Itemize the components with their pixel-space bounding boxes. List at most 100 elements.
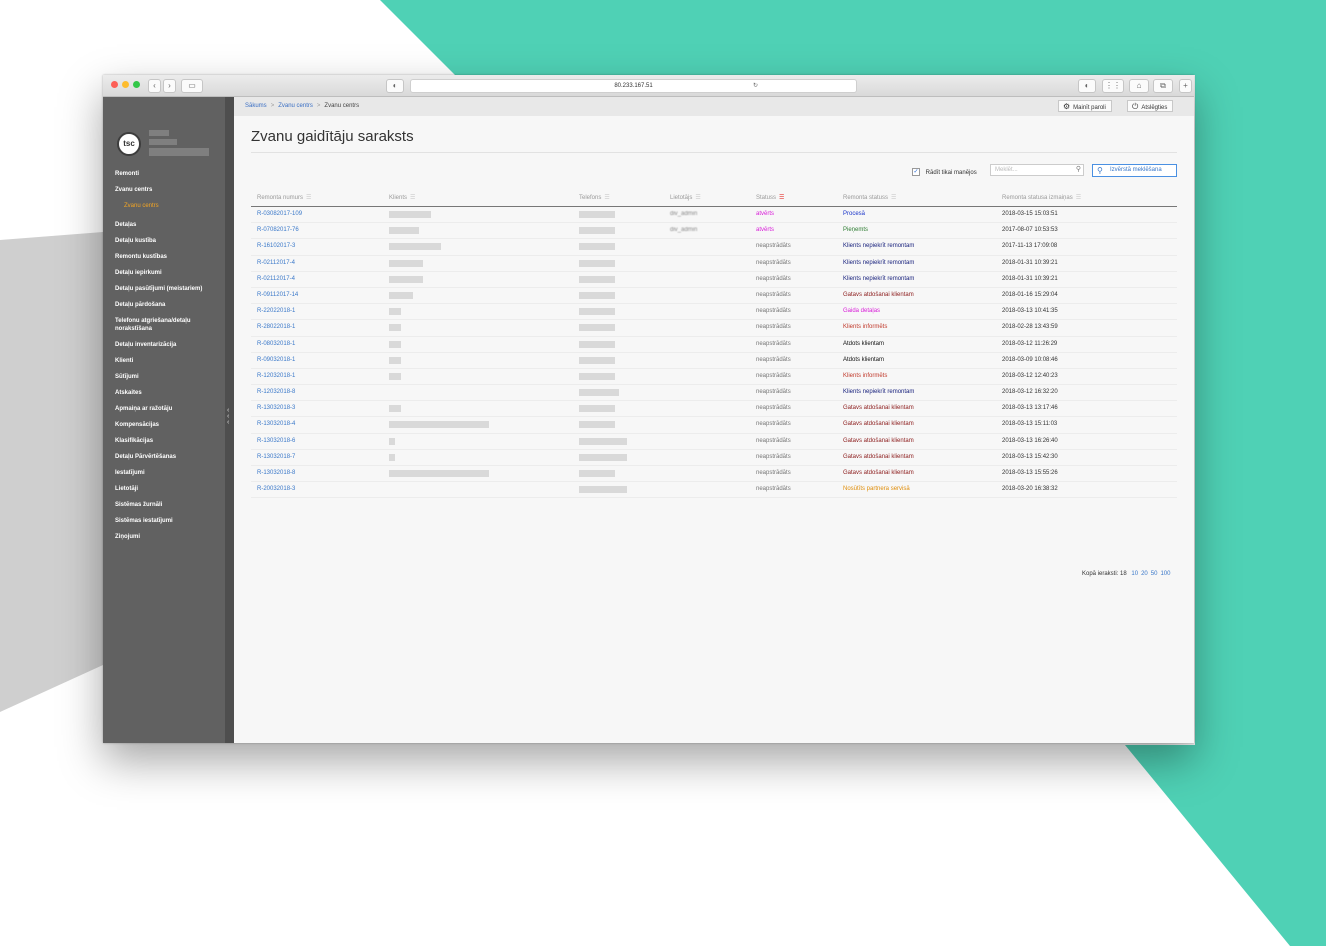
breadcrumb-parent[interactable]: Zvanu centrs [278, 103, 313, 109]
sort-icon[interactable]: ☰ [695, 195, 700, 201]
table-row[interactable]: R-12032018-8 neapstrādāts Klients nepiekrī… [251, 385, 1177, 402]
table-row[interactable]: R-09032018-1 neapstrādāts Atdots klientam 2… [251, 353, 1177, 369]
repair-number-link[interactable]: R-08032018-1 [257, 341, 295, 347]
sidebar-item[interactable]: Detaļu pārdošana [115, 301, 225, 309]
column-header[interactable]: Telefons ☰ [579, 194, 610, 201]
sidebar-item[interactable]: Remonti [115, 170, 225, 178]
column-header[interactable]: Lietotājs ☰ [670, 194, 701, 201]
reload-icon[interactable]: ↻ [753, 80, 758, 92]
column-header[interactable]: Remonta statuss ☰ [843, 194, 896, 201]
change-password-button[interactable]: ⚙ Mainīt paroli [1058, 100, 1112, 112]
tabs-icon[interactable]: ⧉ [1153, 79, 1173, 93]
page-size-option[interactable]: 50 [1151, 571, 1158, 577]
table-row[interactable]: R-08032018-1 neapstrādāts Atdots klientam 2… [251, 337, 1177, 353]
table-row[interactable]: R-12032018-1 neapstrādāts Klients informēt… [251, 369, 1177, 386]
sort-icon[interactable]: ☰ [891, 195, 896, 201]
sidebar-item[interactable]: Detaļu iepirkumi [115, 269, 225, 277]
sidebar-item[interactable]: Lietotāji [115, 485, 225, 493]
sidebar-item[interactable]: Iestatījumi [115, 469, 225, 477]
sidebar-item[interactable]: Detaļu inventarizācija [115, 341, 225, 349]
repair-number-link[interactable]: R-13032018-7 [257, 454, 295, 460]
repair-number-link[interactable]: R-02112017-4 [257, 260, 295, 266]
repair-number-link[interactable]: R-22022018-1 [257, 308, 295, 314]
sidebar-item[interactable]: Sistēmas žurnāli [115, 501, 225, 509]
minimize-window-icon[interactable] [122, 81, 129, 88]
page-size-option[interactable]: 20 [1141, 571, 1148, 577]
repair-number-link[interactable]: R-09032018-1 [257, 357, 295, 363]
table-row[interactable]: R-22022018-1 neapstrādāts Gaida detaļas 201… [251, 304, 1177, 321]
repair-number-link[interactable]: R-16102017-3 [257, 243, 295, 249]
column-header[interactable]: Klients ☰ [389, 194, 415, 201]
sidebar-item[interactable]: Klienti [115, 357, 225, 365]
repair-number-link[interactable]: R-07082017-76 [257, 227, 299, 233]
breadcrumb-home[interactable]: Sākums [245, 103, 267, 109]
forward-icon[interactable]: › [163, 79, 176, 93]
repair-number-link[interactable]: R-09112017-14 [257, 292, 298, 298]
table-row[interactable]: R-20032018-3 neapstrādāts Nosūtīts partner… [251, 482, 1177, 499]
sidebar-item[interactable]: Detaļas [115, 221, 225, 229]
repair-number-link[interactable]: R-28022018-1 [257, 324, 295, 330]
column-header[interactable]: Remonta numurs ☰ [257, 194, 311, 201]
sidebar-item[interactable]: Kompensācijas [115, 421, 225, 429]
repair-number-link[interactable]: R-12032018-8 [257, 389, 295, 395]
sidebar-item[interactable]: Detaļu pasūtījumi (meistariem) [115, 285, 225, 293]
sidebar-item[interactable]: Ziņojumi [115, 533, 225, 541]
table-row[interactable]: R-13032018-7 neapstrādāts Gatavs atdošanai… [251, 450, 1177, 466]
advanced-search-button[interactable]: ⚲ Izvērstā meklēšana [1092, 164, 1177, 177]
table-row[interactable]: R-07082017-76 div_admin atvērts Pieņemts 201… [251, 223, 1177, 240]
logout-button[interactable]: ⏻ Atslēgties [1127, 100, 1174, 112]
table-row[interactable]: R-02112017-4 neapstrādāts Klients nepiekrī… [251, 256, 1177, 272]
page-size-option[interactable]: 10 [1131, 571, 1138, 577]
repair-number-link[interactable]: R-20032018-3 [257, 486, 295, 492]
column-header[interactable]: Remonta statusa izmaiņas ☰ [1002, 194, 1081, 201]
sidebar-item[interactable]: Detaļu kustība [115, 237, 225, 245]
table-row[interactable]: R-13032018-8 neapstrādāts Gatavs atdošanai… [251, 466, 1177, 483]
sidebar-item[interactable]: Remontu kustības [115, 253, 225, 261]
grid-icon[interactable]: ⋮⋮ [1102, 79, 1124, 93]
repair-number-link[interactable]: R-13032018-8 [257, 470, 295, 476]
table-row[interactable]: R-02112017-4 neapstrādāts Klients nepiekrī… [251, 272, 1177, 288]
search-icon[interactable]: ⚲ [1076, 165, 1081, 175]
table-row[interactable]: R-13032018-6 neapstrādāts Gatavs atdošanai… [251, 434, 1177, 450]
only-mine-checkbox[interactable]: ✓ [912, 168, 920, 176]
back-icon[interactable]: ‹ [148, 79, 161, 93]
repair-number-link[interactable]: R-02112017-4 [257, 276, 295, 282]
privacy-icon[interactable]: ◐ [386, 79, 404, 93]
repair-number-link[interactable]: R-03082017-109 [257, 211, 302, 217]
address-bar[interactable]: 80.233.167.51 ↻ [410, 79, 857, 93]
page-size-option[interactable]: 100 [1160, 571, 1170, 577]
home-icon[interactable]: ⌂ [1129, 79, 1149, 93]
sort-icon[interactable]: ☰ [410, 195, 415, 201]
repair-number-link[interactable]: R-13032018-3 [257, 405, 295, 411]
table-row[interactable]: R-16102017-3 neapstrādāts Klients nepiekrī… [251, 239, 1177, 256]
only-mine-filter[interactable]: ✓ Rādīt tikai manējos [912, 168, 977, 176]
collapse-sidebar-icon[interactable]: ‹ ‹ ‹ [227, 407, 229, 426]
sidebar-subitem[interactable]: Zvanu centrs [115, 202, 225, 210]
sidebar-item[interactable]: Atskaites [115, 389, 225, 397]
sidebar-item[interactable]: Detaļu Pārvērtēšanas [115, 453, 225, 461]
sidebar-item[interactable]: Zvanu centrs [115, 186, 225, 194]
table-row[interactable]: R-13032018-3 neapstrādāts Gatavs atdošanai… [251, 401, 1177, 418]
table-row[interactable]: R-13032018-4 neapstrādāts Gatavs atdošanai… [251, 417, 1177, 434]
repair-number-link[interactable]: R-13032018-4 [257, 421, 295, 427]
sort-icon[interactable]: ☰ [1076, 195, 1081, 201]
sidebar-toggle-icon[interactable]: ▭ [181, 79, 203, 93]
sidebar-item[interactable]: Telefonu atgriešana/detaļu norakstīšana [115, 317, 225, 333]
repair-number-link[interactable]: R-12032018-1 [257, 373, 295, 379]
column-header[interactable]: Statuss ☰ [756, 194, 784, 201]
download-icon[interactable]: ◐ [1078, 79, 1096, 93]
table-row[interactable]: R-28022018-1 neapstrādāts Klients informēt… [251, 320, 1177, 337]
close-window-icon[interactable] [111, 81, 118, 88]
sort-icon[interactable]: ☰ [604, 195, 609, 201]
sort-icon[interactable]: ☰ [779, 195, 784, 201]
repair-number-link[interactable]: R-13032018-6 [257, 438, 295, 444]
sort-icon[interactable]: ☰ [306, 195, 311, 201]
sidebar-item[interactable]: Sūtījumi [115, 373, 225, 381]
sidebar-item[interactable]: Sistēmas iestatījumi [115, 517, 225, 525]
search-input[interactable]: Meklēt... ⚲ [990, 164, 1084, 176]
new-tab-icon[interactable]: + [1179, 79, 1192, 93]
table-row[interactable]: R-03082017-109 div_admin atvērts Procesā 201… [251, 207, 1177, 224]
table-row[interactable]: R-09112017-14 neapstrādāts Gatavs atdošana… [251, 288, 1177, 305]
maximize-window-icon[interactable] [133, 81, 140, 88]
tsc-logo[interactable]: tsc [117, 132, 141, 156]
